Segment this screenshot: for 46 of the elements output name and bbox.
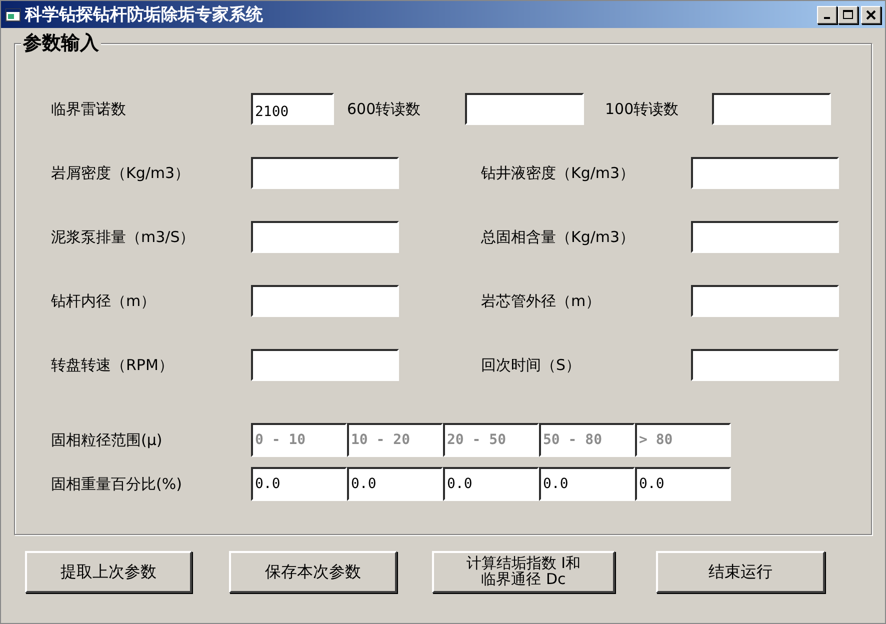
field-label: 岩屑密度（Kg/m3） [51, 164, 191, 182]
field-label: 临界雷诺数 [51, 100, 127, 118]
input-field[interactable] [712, 93, 831, 125]
input-field[interactable]: 0.0 [251, 467, 347, 501]
input-field: 0 - 10 [251, 423, 347, 457]
minimize-button[interactable] [817, 6, 837, 24]
action-button[interactable]: 计算结垢指数 I和 临界通径 Dc [432, 551, 615, 593]
row-label: 固相粒径范围(μ) [51, 430, 164, 450]
maximize-icon [841, 8, 855, 20]
input-field[interactable] [251, 349, 399, 381]
maximize-button[interactable] [838, 6, 858, 24]
close-button[interactable] [861, 6, 881, 24]
input-field[interactable]: 0.0 [539, 467, 635, 501]
field-label: 回次时间（S） [481, 356, 582, 374]
field-label: 600转读数 [347, 100, 422, 118]
close-icon [864, 8, 878, 20]
input-field[interactable] [465, 93, 584, 125]
input-field[interactable] [691, 285, 839, 317]
action-button[interactable]: 保存本次参数 [229, 551, 397, 593]
input-field[interactable] [691, 349, 839, 381]
input-field[interactable] [691, 221, 839, 253]
input-field[interactable]: 0.0 [443, 467, 539, 501]
action-button[interactable]: 结束运行 [656, 551, 825, 593]
input-field[interactable] [251, 285, 399, 317]
input-field[interactable] [251, 157, 399, 189]
field-label: 转盘转速（RPM） [51, 356, 174, 374]
field-label: 岩芯管外径（m） [481, 292, 602, 310]
input-field[interactable]: 0.0 [347, 467, 443, 501]
input-field: 50 - 80 [539, 423, 635, 457]
input-field: 20 - 50 [443, 423, 539, 457]
window-title: 科学钻探钻杆防垢除垢专家系统 [25, 4, 263, 26]
input-field[interactable] [251, 221, 399, 253]
field-label: 泥浆泵排量（m3/S） [51, 228, 196, 246]
input-field[interactable] [691, 157, 839, 189]
field-label: 钻井液密度（Kg/m3） [481, 164, 636, 182]
input-field[interactable]: 0.0 [635, 467, 731, 501]
field-label: 钻杆内径（m） [51, 292, 157, 310]
input-field: 10 - 20 [347, 423, 443, 457]
input-field[interactable]: 2100 [251, 93, 334, 125]
action-button[interactable]: 提取上次参数 [25, 551, 192, 593]
field-label: 100转读数 [605, 100, 680, 118]
input-field: > 80 [635, 423, 731, 457]
minimize-icon [824, 16, 830, 18]
field-label: 总固相含量（Kg/m3） [481, 228, 636, 246]
app-icon [5, 8, 21, 22]
row-label: 固相重量百分比(%) [51, 474, 183, 494]
